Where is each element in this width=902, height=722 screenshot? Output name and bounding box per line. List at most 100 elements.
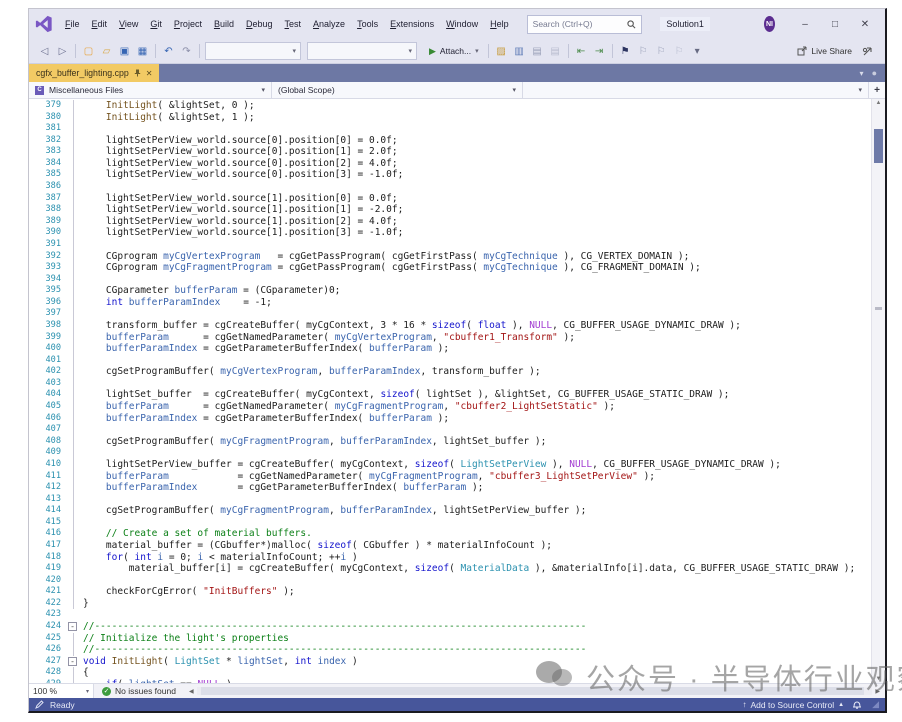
code-line[interactable]: 392 CGprogram myCgVertexProgram = cgGetP… xyxy=(29,251,872,263)
code-line[interactable]: 401 xyxy=(29,355,872,367)
code-line[interactable]: 387 lightSetPerView_world.source[1].posi… xyxy=(29,193,872,205)
code-text[interactable]: { xyxy=(83,667,89,679)
code-line[interactable]: 394 xyxy=(29,274,872,286)
code-line[interactable]: 418 for( int i = 0; i < materialInfoCoun… xyxy=(29,552,872,564)
code-line[interactable]: 385 lightSetPerView_world.source[0].posi… xyxy=(29,169,872,181)
code-text[interactable]: if( lightSet == NULL ) xyxy=(83,679,232,683)
code-text[interactable]: material_buffer = (CGbuffer*)malloc( siz… xyxy=(83,540,552,552)
fold-collapse-box[interactable]: - xyxy=(65,621,83,633)
code-text[interactable]: lightSetPerView_buffer = cgCreateBuffer(… xyxy=(83,459,781,471)
scope-dropdown[interactable]: (Global Scope) ▾ xyxy=(272,82,523,98)
code-line[interactable]: 397 xyxy=(29,308,872,320)
code-text[interactable] xyxy=(83,517,106,529)
menu-item-edit[interactable]: Edit xyxy=(86,16,114,32)
line-number[interactable]: 407 xyxy=(29,424,65,436)
line-number[interactable]: 427 xyxy=(29,656,65,668)
member-dropdown[interactable]: ▾ xyxy=(523,82,869,98)
horizontal-scrollbar-thumb[interactable] xyxy=(201,687,865,695)
line-number[interactable]: 390 xyxy=(29,227,65,239)
code-line[interactable]: 404 lightSet_buffer = cgCreateBuffer( my… xyxy=(29,389,872,401)
code-text[interactable] xyxy=(83,355,106,367)
menu-item-debug[interactable]: Debug xyxy=(240,16,279,32)
code-text[interactable]: transform_buffer = cgCreateBuffer( myCgC… xyxy=(83,320,741,332)
line-number[interactable]: 379 xyxy=(29,100,65,112)
code-line[interactable]: 390 lightSetPerView_world.source[1].posi… xyxy=(29,227,872,239)
line-number[interactable]: 402 xyxy=(29,366,65,378)
code-line[interactable]: 400 bufferParamIndex = cgGetParameterBuf… xyxy=(29,343,872,355)
add-to-source-control-button[interactable]: ↑ Add to Source Control ▲ xyxy=(742,700,844,710)
code-line[interactable]: 399 bufferParam = cgGetNamedParameter( m… xyxy=(29,332,872,344)
code-text[interactable]: lightSetPerView_world.source[0].position… xyxy=(83,158,398,170)
code-text[interactable]: int bufferParamIndex = -1; xyxy=(83,297,272,309)
horizontal-scrollbar-track[interactable] xyxy=(197,687,873,695)
code-text[interactable]: cgSetProgramBuffer( myCgVertexProgram, b… xyxy=(83,366,541,378)
open-file-icon[interactable]: ▱ xyxy=(99,44,114,59)
menu-item-test[interactable]: Test xyxy=(279,16,308,32)
code-text[interactable] xyxy=(83,575,106,587)
split-editor-handle[interactable]: + xyxy=(869,82,885,98)
code-editor[interactable]: 379 InitLight( &lightSet, 0 );380 InitLi… xyxy=(29,99,885,683)
nav-forward-icon[interactable]: ▷ xyxy=(55,44,70,59)
minimize-icon[interactable]: – xyxy=(791,14,819,34)
code-text[interactable]: void InitLight( LightSet * lightSet, int… xyxy=(83,656,358,668)
line-number[interactable]: 401 xyxy=(29,355,65,367)
line-number[interactable]: 417 xyxy=(29,540,65,552)
line-number[interactable]: 412 xyxy=(29,482,65,494)
code-line[interactable]: 379 InitLight( &lightSet, 0 ); xyxy=(29,100,872,112)
line-number[interactable]: 380 xyxy=(29,112,65,124)
code-text[interactable]: material_buffer[i] = cgCreateBuffer( myC… xyxy=(83,563,855,575)
code-line[interactable]: 411 bufferParam = cgGetNamedParameter( m… xyxy=(29,471,872,483)
redo-icon[interactable]: ↷ xyxy=(179,44,194,59)
code-text[interactable] xyxy=(83,494,106,506)
line-number[interactable]: 397 xyxy=(29,308,65,320)
code-line[interactable]: 393 CGprogram myCgFragmentProgram = cgGe… xyxy=(29,262,872,274)
line-number[interactable]: 408 xyxy=(29,436,65,448)
menu-item-window[interactable]: Window xyxy=(440,16,484,32)
line-number[interactable]: 395 xyxy=(29,285,65,297)
prev-bookmark-icon[interactable]: ⚐ xyxy=(636,44,651,59)
line-number[interactable]: 386 xyxy=(29,181,65,193)
code-line[interactable]: 383 lightSetPerView_world.source[0].posi… xyxy=(29,146,872,158)
code-line[interactable]: 413 xyxy=(29,494,872,506)
code-line[interactable]: 429 if( lightSet == NULL ) xyxy=(29,679,872,683)
code-line[interactable]: 425// Initialize the light's properties xyxy=(29,633,872,645)
line-number[interactable]: 421 xyxy=(29,586,65,598)
code-line[interactable]: 419 material_buffer[i] = cgCreateBuffer(… xyxy=(29,563,872,575)
next-bookmark-icon[interactable]: ⚐ xyxy=(654,44,669,59)
line-number[interactable]: 389 xyxy=(29,216,65,228)
code-line[interactable]: 395 CGparameter bufferParam = (CGparamet… xyxy=(29,285,872,297)
line-number[interactable]: 385 xyxy=(29,169,65,181)
line-number[interactable]: 400 xyxy=(29,343,65,355)
line-number[interactable]: 391 xyxy=(29,239,65,251)
zoom-dropdown[interactable]: 100 % ▾ xyxy=(29,684,94,698)
find-in-files-icon[interactable]: ▨ xyxy=(494,44,509,59)
code-text[interactable]: checkForCgError( "InitBuffers" ); xyxy=(83,586,295,598)
vertical-scrollbar-thumb[interactable] xyxy=(874,129,883,163)
tab-options-icon[interactable]: ● xyxy=(872,68,877,78)
line-number[interactable]: 414 xyxy=(29,505,65,517)
code-text[interactable]: for( int i = 0; i < materialInfoCount; +… xyxy=(83,552,358,564)
scroll-left-icon[interactable]: ◀ xyxy=(186,688,197,695)
code-line[interactable]: 427-void InitLight( LightSet * lightSet,… xyxy=(29,656,872,668)
line-number[interactable]: 396 xyxy=(29,297,65,309)
line-number[interactable]: 388 xyxy=(29,204,65,216)
line-number[interactable]: 428 xyxy=(29,667,65,679)
avatar[interactable]: NI xyxy=(764,16,775,32)
line-number[interactable]: 429 xyxy=(29,679,65,683)
code-text[interactable]: bufferParam = cgGetNamedParameter( myCgV… xyxy=(83,332,575,344)
code-line[interactable]: 381 xyxy=(29,123,872,135)
clear-bookmarks-icon[interactable]: ⚐ xyxy=(672,44,687,59)
close-icon[interactable]: ✕ xyxy=(851,14,879,34)
code-line[interactable]: 422} xyxy=(29,598,872,610)
menu-item-build[interactable]: Build xyxy=(208,16,240,32)
maximize-icon[interactable]: □ xyxy=(821,14,849,34)
code-line[interactable]: 414 cgSetProgramBuffer( myCgFragmentProg… xyxy=(29,505,872,517)
code-text[interactable]: lightSetPerView_world.source[1].position… xyxy=(83,193,398,205)
health-indicator[interactable]: ✓ No issues found xyxy=(94,686,184,696)
menu-item-project[interactable]: Project xyxy=(168,16,208,32)
code-line[interactable]: 380 InitLight( &lightSet, 1 ); xyxy=(29,112,872,124)
line-number[interactable]: 392 xyxy=(29,251,65,263)
scroll-down-icon[interactable]: ▼ xyxy=(872,676,885,682)
code-text[interactable] xyxy=(83,274,106,286)
code-text[interactable]: lightSet_buffer = cgCreateBuffer( myCgCo… xyxy=(83,389,729,401)
